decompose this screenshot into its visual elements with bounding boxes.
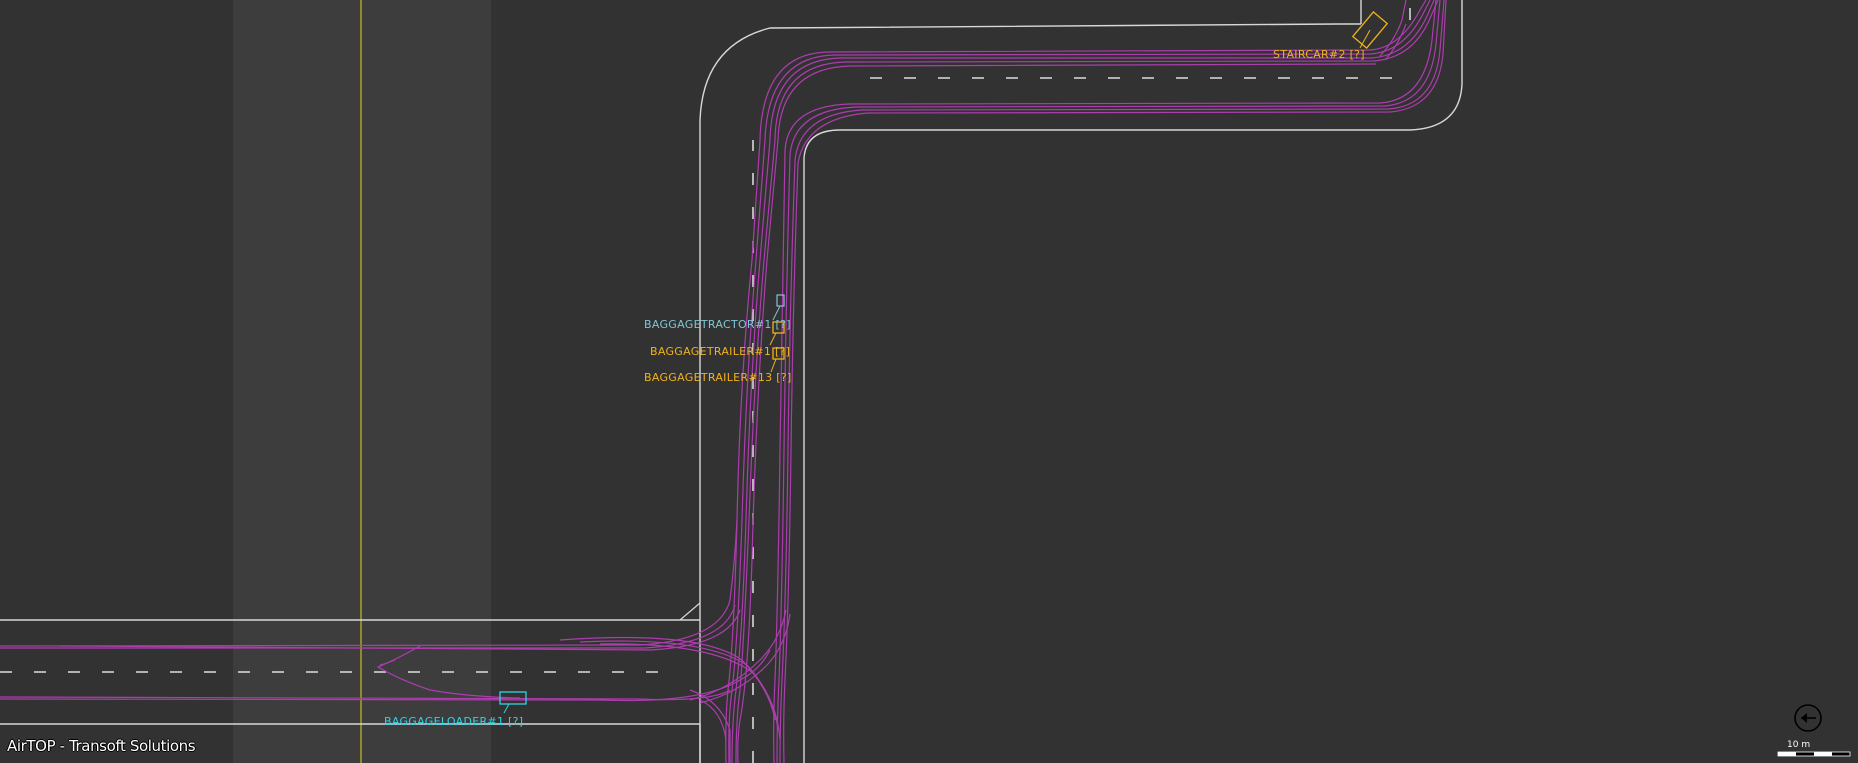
label-baggage-trailer13: BAGGAGETRAILER#13 [?] (644, 371, 792, 384)
north-arrow-icon[interactable] (1793, 703, 1823, 733)
label-staircar2: STAIRCAR#2 [?] (1273, 48, 1365, 61)
label-baggage-trailer1: BAGGAGETRAILER#1 [?] (650, 345, 790, 358)
label-baggage-tractor1: BAGGAGETRACTOR#1 [?] (644, 318, 791, 331)
label-baggage-loader1: BAGGAGELOADER#1 [?] (384, 715, 523, 728)
airside-map[interactable] (0, 0, 1858, 763)
scale-label: 10 m (1787, 740, 1810, 750)
app-brand: AirTOP - Transoft Solutions (7, 737, 195, 755)
scale-bar (1778, 752, 1850, 756)
